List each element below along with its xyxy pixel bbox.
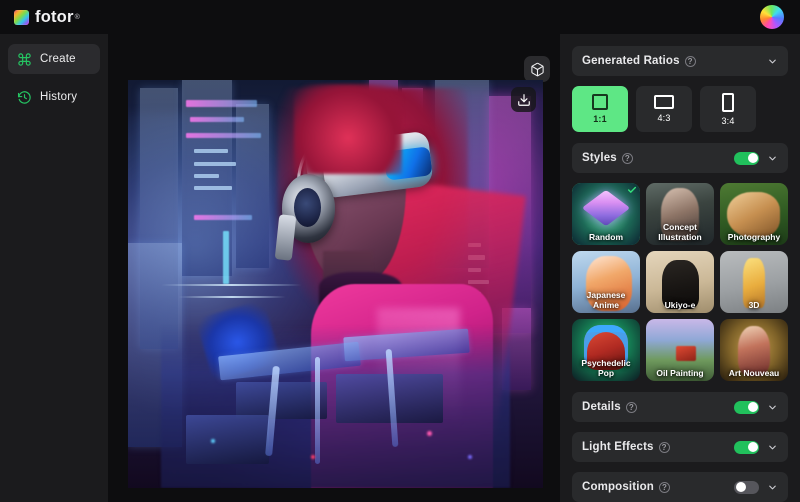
- portrait-ratio-icon: [722, 93, 734, 112]
- ratio-options: 1:1 4:3 3:4: [572, 86, 788, 132]
- ratio-option-1-1-label: 1:1: [593, 114, 607, 124]
- styles-toggle[interactable]: [734, 152, 759, 165]
- help-icon[interactable]: ?: [659, 442, 670, 453]
- ratio-option-1-1[interactable]: 1:1: [572, 86, 628, 132]
- section-header-styles[interactable]: Styles ?: [572, 143, 788, 173]
- style-option-random[interactable]: Random: [572, 183, 640, 245]
- registered-mark: ®: [75, 14, 80, 21]
- toggle-knob: [748, 402, 758, 412]
- cube-3d-icon-button[interactable]: [524, 56, 550, 82]
- help-icon[interactable]: ?: [626, 402, 637, 413]
- section-header-light-effects[interactable]: Light Effects ?: [572, 432, 788, 462]
- color-wheel-avatar-icon[interactable]: [760, 5, 784, 29]
- check-icon: [627, 185, 637, 195]
- brand-name: fotor: [35, 8, 74, 27]
- sidebar-item-history-label: History: [40, 91, 77, 103]
- style-option-psychedelic-pop[interactable]: Psychedelic Pop: [572, 319, 640, 381]
- style-option-photography-label: Photography: [720, 232, 788, 242]
- clock-history-icon: [17, 90, 32, 105]
- help-icon[interactable]: ?: [622, 153, 633, 164]
- settings-panel: Generated Ratios ? 1:1 4:3 3:4: [560, 34, 800, 502]
- ratio-option-4-3-label: 4:3: [657, 113, 670, 123]
- landscape-ratio-icon: [654, 95, 674, 109]
- chevron-down-icon[interactable]: [767, 482, 778, 493]
- sidebar-item-create-label: Create: [40, 53, 76, 65]
- section-title-generated-ratios: Generated Ratios: [582, 55, 680, 67]
- generated-image-artwork: [128, 80, 543, 488]
- style-option-psychedelic-pop-label: Psychedelic Pop: [572, 358, 640, 378]
- cube-icon: [582, 190, 630, 226]
- style-option-concept-illustration[interactable]: Concept Illustration: [646, 183, 714, 245]
- chevron-down-icon[interactable]: [767, 153, 778, 164]
- style-option-concept-illustration-label: Concept Illustration: [646, 222, 714, 242]
- style-option-art-nouveau[interactable]: Art Nouveau: [720, 319, 788, 381]
- download-button[interactable]: [511, 87, 536, 112]
- ratio-option-3-4[interactable]: 3:4: [700, 86, 756, 132]
- style-option-ukiyo-e[interactable]: Ukiyo-e: [646, 251, 714, 313]
- section-title-light-effects: Light Effects: [582, 441, 654, 453]
- light-effects-toggle[interactable]: [734, 441, 759, 454]
- command-icon: [17, 52, 32, 67]
- image-canvas-area: [108, 34, 560, 502]
- composition-toggle[interactable]: [734, 481, 759, 494]
- fotor-ai-image-generator-app: fotor ® Create History: [0, 0, 800, 502]
- chevron-down-icon[interactable]: [767, 56, 778, 67]
- square-ratio-icon: [592, 94, 608, 110]
- brand-logo[interactable]: fotor ®: [14, 8, 80, 27]
- section-header-generated-ratios[interactable]: Generated Ratios ?: [572, 46, 788, 76]
- toggle-knob: [736, 482, 746, 492]
- style-option-oil-painting-label: Oil Painting: [646, 368, 714, 378]
- chevron-down-icon[interactable]: [767, 442, 778, 453]
- toggle-knob: [748, 442, 758, 452]
- ratio-option-3-4-label: 3:4: [721, 116, 734, 126]
- top-bar: fotor ®: [0, 0, 800, 34]
- section-title-styles: Styles: [582, 152, 617, 164]
- cube-3d-icon: [530, 62, 545, 77]
- style-option-japanese-anime-label: Japanese Anime: [572, 290, 640, 310]
- help-icon[interactable]: ?: [685, 56, 696, 67]
- sidebar-item-create[interactable]: Create: [8, 44, 100, 74]
- sidebar-item-history[interactable]: History: [8, 82, 100, 112]
- ratio-option-4-3[interactable]: 4:3: [636, 86, 692, 132]
- toggle-knob: [748, 153, 758, 163]
- section-header-details[interactable]: Details ?: [572, 392, 788, 422]
- style-option-random-label: Random: [572, 232, 640, 242]
- style-options-grid: Random Concept Illustration Photography …: [572, 183, 788, 381]
- style-option-oil-painting[interactable]: Oil Painting: [646, 319, 714, 381]
- details-toggle[interactable]: [734, 401, 759, 414]
- chevron-down-icon[interactable]: [767, 402, 778, 413]
- help-icon[interactable]: ?: [659, 482, 670, 493]
- style-option-art-nouveau-label: Art Nouveau: [720, 368, 788, 378]
- style-option-3d[interactable]: 3D: [720, 251, 788, 313]
- fotor-logo-icon: [14, 10, 29, 25]
- style-option-photography[interactable]: Photography: [720, 183, 788, 245]
- left-sidebar: Create History: [0, 34, 108, 502]
- generated-image[interactable]: [128, 80, 543, 488]
- section-header-composition[interactable]: Composition ?: [572, 472, 788, 502]
- style-option-3d-label: 3D: [720, 300, 788, 310]
- section-title-details: Details: [582, 401, 621, 413]
- style-option-ukiyo-e-label: Ukiyo-e: [646, 300, 714, 310]
- style-option-japanese-anime[interactable]: Japanese Anime: [572, 251, 640, 313]
- download-icon: [517, 93, 531, 107]
- section-title-composition: Composition: [582, 481, 654, 493]
